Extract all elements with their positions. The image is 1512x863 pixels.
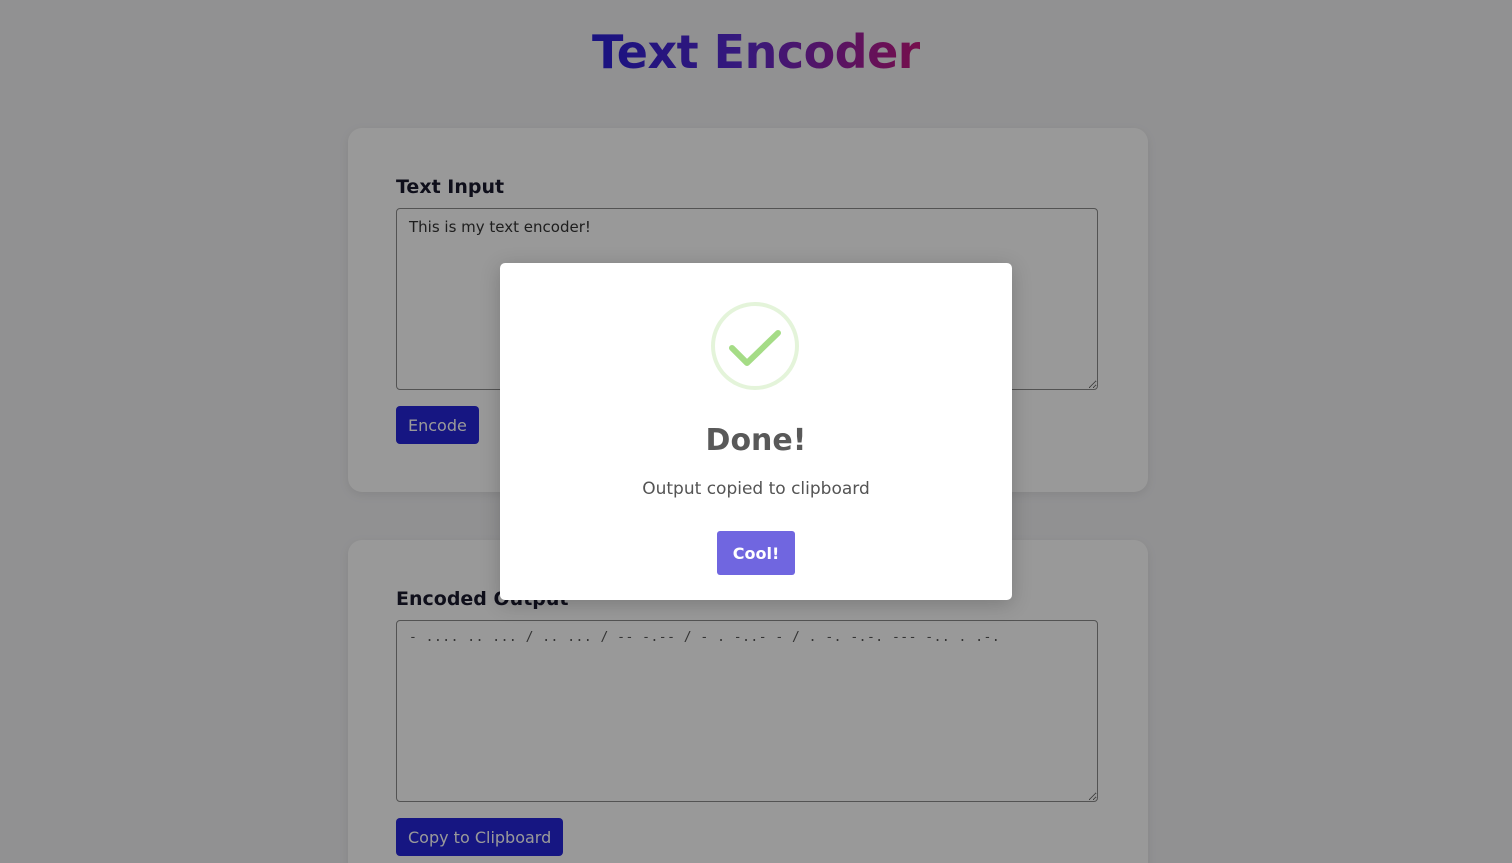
modal-backdrop[interactable]: Done! Output copied to clipboard Cool! xyxy=(0,0,1512,863)
dialog-message: Output copied to clipboard xyxy=(642,479,870,499)
success-dialog: Done! Output copied to clipboard Cool! xyxy=(500,263,1012,600)
dialog-title: Done! xyxy=(705,423,807,458)
cool-button[interactable]: Cool! xyxy=(717,531,795,575)
check-icon xyxy=(711,302,799,390)
